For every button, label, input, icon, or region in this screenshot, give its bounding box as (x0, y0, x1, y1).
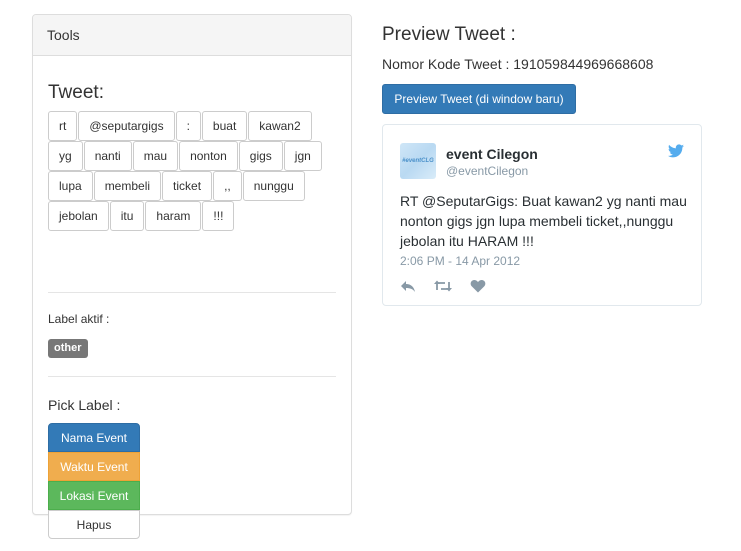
token-button[interactable]: gigs (238, 141, 283, 171)
divider (48, 292, 336, 293)
token-button[interactable]: haram (145, 201, 202, 231)
nama-event-button[interactable]: Nama Event (48, 423, 140, 452)
tweet-text: RT @SeputarGigs: Buat kawan2 yg nanti ma… (400, 193, 687, 249)
waktu-event-button[interactable]: Waktu Event (48, 452, 140, 481)
token-button[interactable]: nunggu (242, 171, 305, 201)
token-button[interactable]: itu (109, 201, 145, 231)
token-button[interactable]: membeli (93, 171, 162, 201)
token-button[interactable]: mau (132, 141, 179, 171)
token-row: lupa membeli ticket ,, nunggu (48, 171, 338, 201)
token-row: jebolan itu haram !!! (48, 201, 338, 231)
tools-panel-heading: Tools (33, 15, 351, 56)
preview-title: Preview Tweet : (382, 24, 516, 45)
token-button[interactable]: nanti (83, 141, 132, 171)
token-button[interactable]: rt (48, 111, 78, 141)
tweet-author-handle[interactable]: @eventCilegon (446, 164, 528, 178)
tools-panel: Tools Tweet: rt @seputargigs : buat kawa… (32, 14, 352, 539)
twitter-bird-icon[interactable] (668, 144, 684, 158)
token-button[interactable]: jgn (283, 141, 322, 171)
tweet-author-name[interactable]: event Cilegon (446, 146, 538, 162)
divider (48, 376, 336, 377)
pick-label-button-group: Nama Event Waktu Event Lokasi Event Hapu… (48, 423, 140, 539)
reply-icon[interactable] (400, 279, 416, 293)
lokasi-event-button[interactable]: Lokasi Event (48, 481, 140, 510)
token-row: yg nanti mau nonton gigs jgn (48, 141, 338, 171)
tweet-code-number: Nomor Kode Tweet : 191059844969668608 (382, 56, 654, 72)
hapus-button[interactable]: Hapus (48, 510, 140, 539)
token-button[interactable]: ,, (213, 171, 242, 201)
tweet-actions (400, 278, 504, 294)
token-button[interactable]: lupa (48, 171, 93, 201)
token-button[interactable]: buat (201, 111, 248, 141)
token-button[interactable]: nonton (179, 141, 238, 171)
token-button[interactable]: ticket (162, 171, 213, 201)
token-button[interactable]: jebolan (48, 201, 109, 231)
token-grid: rt @seputargigs : buat kawan2 yg nanti m… (48, 111, 338, 231)
tweet-heading: Tweet: (48, 82, 104, 103)
avatar[interactable]: #eventCLG (400, 143, 436, 179)
token-button[interactable]: yg (48, 141, 83, 171)
token-row: rt @seputargigs : buat kawan2 (48, 111, 338, 141)
pick-label-caption: Pick Label : (48, 397, 121, 413)
token-button[interactable]: !!! (202, 201, 235, 231)
retweet-icon[interactable] (434, 279, 452, 293)
avatar-text: #eventCLG (402, 158, 434, 164)
token-button[interactable]: : (175, 111, 201, 141)
token-button[interactable]: @seputargigs (78, 111, 175, 141)
active-label-badge: other (48, 339, 88, 358)
tweet-timestamp[interactable]: 2:06 PM - 14 Apr 2012 (400, 254, 520, 268)
heart-icon[interactable] (470, 279, 486, 293)
embedded-tweet-card: #eventCLG event Cilegon @eventCilegon RT… (382, 124, 702, 306)
preview-tweet-button[interactable]: Preview Tweet (di window baru) (382, 84, 576, 114)
token-button[interactable]: kawan2 (248, 111, 312, 141)
active-label-caption: Label aktif : (48, 312, 110, 326)
